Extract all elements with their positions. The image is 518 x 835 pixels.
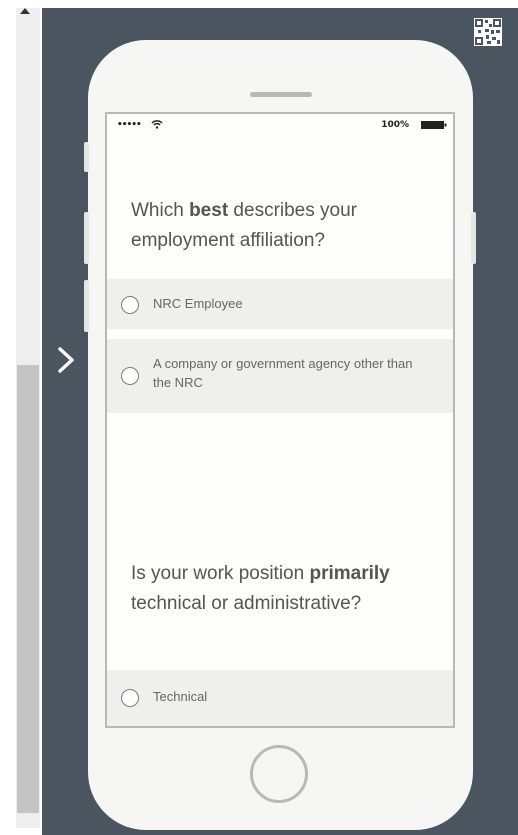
- radio-button[interactable]: [121, 367, 139, 385]
- radio-button[interactable]: [121, 296, 139, 314]
- option-nrc-employee[interactable]: NRC Employee: [107, 279, 453, 329]
- question-employment-affiliation: Which best describes your employment aff…: [131, 196, 431, 256]
- question-text: Is your work position: [131, 563, 310, 584]
- qr-code-icon[interactable]: [474, 18, 502, 46]
- option-other-company[interactable]: A company or government agency other tha…: [107, 339, 453, 413]
- question-emphasis: best: [189, 200, 229, 221]
- question-text: technical or administrative?: [131, 593, 362, 614]
- scrollbar-thumb[interactable]: [17, 365, 39, 813]
- option-label: A company or government agency other tha…: [153, 356, 413, 390]
- question-text: Which: [131, 200, 190, 221]
- option-technical[interactable]: Technical: [107, 670, 453, 726]
- phone-screen: ••••• 100% Which best describes your emp…: [105, 112, 455, 728]
- question-work-position: Is your work position primarily technica…: [131, 559, 431, 619]
- battery-icon: [421, 121, 447, 129]
- question-emphasis: primarily: [309, 563, 390, 584]
- phone-side-button: [84, 142, 89, 172]
- scroll-up-icon[interactable]: [20, 8, 30, 14]
- option-label: NRC Employee: [153, 296, 243, 311]
- status-bar: ••••• 100%: [107, 114, 453, 138]
- phone-side-button: [471, 212, 476, 264]
- wifi-icon: [151, 120, 163, 129]
- vertical-scrollbar[interactable]: [0, 0, 42, 835]
- home-button[interactable]: [250, 745, 308, 803]
- option-label: Technical: [153, 689, 208, 704]
- signal-strength: •••••: [117, 120, 142, 130]
- phone-side-button: [84, 280, 89, 332]
- phone-speaker: [250, 92, 312, 97]
- radio-button[interactable]: [121, 689, 139, 707]
- phone-side-button: [84, 212, 89, 264]
- battery-percent: 100%: [381, 120, 409, 130]
- chevron-right-icon[interactable]: [55, 345, 77, 375]
